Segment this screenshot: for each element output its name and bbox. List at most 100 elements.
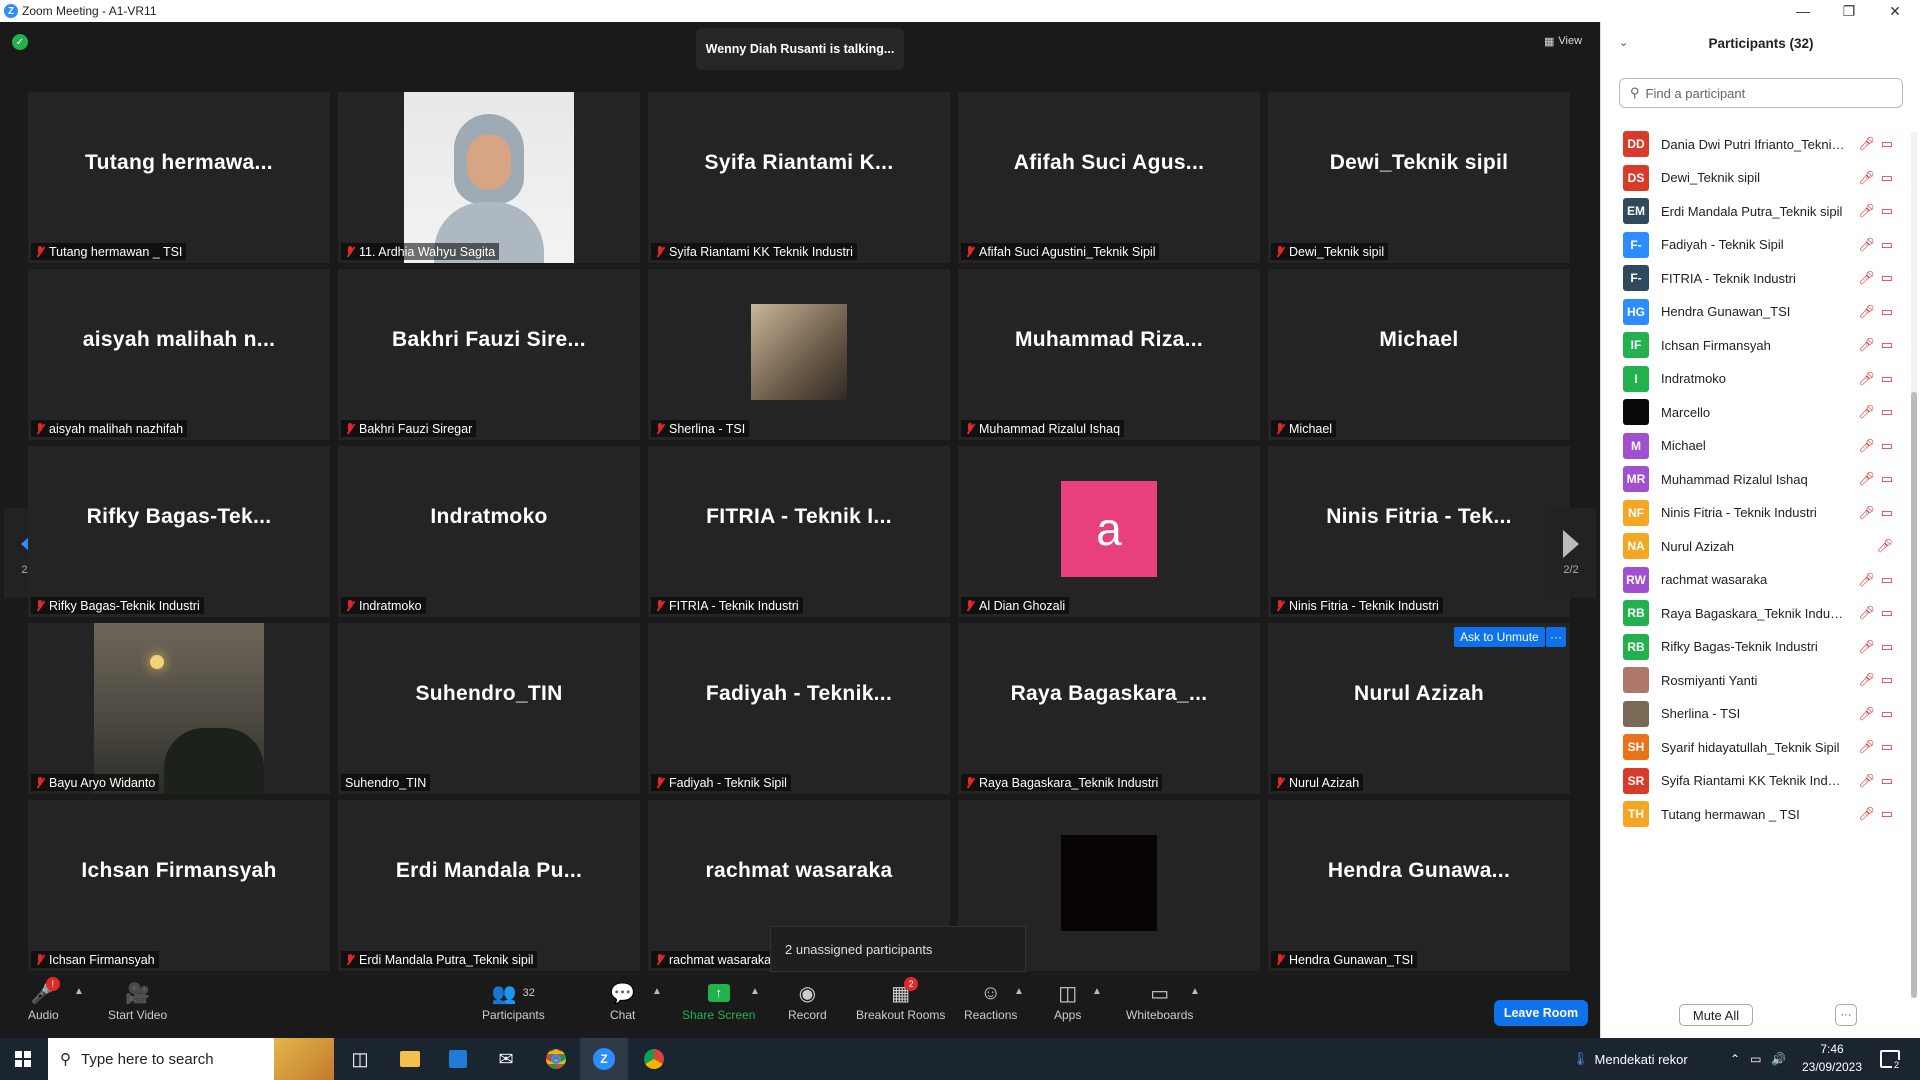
network-icon[interactable]: ▭: [1750, 1052, 1761, 1066]
participant-row[interactable]: F- Fadiyah - Teknik Sipil 🎤︎ ▭: [1623, 231, 1893, 259]
video-tile[interactable]: Afifah Suci Agus... Afifah Suci Agustini_…: [958, 92, 1260, 263]
breakout-rooms-button[interactable]: ▦ 2 Breakout Rooms: [856, 977, 945, 1022]
next-page-button[interactable]: 2/2: [1546, 508, 1596, 598]
video-tile[interactable]: Tutang hermawa... Tutang hermawan _ TSI: [28, 92, 330, 263]
start-video-button[interactable]: 🎥 Start Video: [108, 980, 167, 1023]
video-tile[interactable]: Suhendro_TIN Suhendro_TIN: [338, 623, 640, 794]
participant-row[interactable]: M Michael 🎤︎ ▭: [1623, 432, 1893, 460]
mail-icon[interactable]: ✉: [482, 1038, 530, 1080]
video-off-icon: 🎥: [125, 982, 151, 1005]
video-tile[interactable]: Nurul Azizah Nurul Azizah: [1268, 623, 1570, 794]
ask-to-unmute-button[interactable]: Ask to Unmute: [1454, 627, 1545, 647]
taskbar-clock[interactable]: 7:46 23/09/2023: [1790, 1040, 1874, 1076]
chat-button[interactable]: 💬 Chat: [610, 980, 635, 1023]
muted-mic-icon: 🎤︎: [1858, 705, 1875, 721]
share-screen-button[interactable]: ↑ Share Screen: [682, 980, 755, 1022]
video-tile[interactable]: Indratmoko Indratmoko: [338, 446, 640, 617]
chat-options-caret[interactable]: ▲: [652, 986, 662, 997]
zoom-taskbar-icon[interactable]: Z: [580, 1038, 628, 1080]
video-tile[interactable]: Bakhri Fauzi Sire... Bakhri Fauzi Siregar: [338, 269, 640, 440]
participant-row[interactable]: DD Dania Dwi Putri Ifrianto_Teknik ... 🎤︎ ▭: [1623, 130, 1893, 158]
video-tile[interactable]: Erdi Mandala Pu... Erdi Mandala Putra_Tek…: [338, 800, 640, 971]
tile-more-button[interactable]: ···: [1546, 627, 1566, 647]
video-tile[interactable]: Syifa Riantami K... Syifa Riantami KK Tek…: [648, 92, 950, 263]
participant-search-input[interactable]: ⚲ Find a participant: [1619, 78, 1903, 108]
reactions-options-caret[interactable]: ▲: [1014, 986, 1024, 997]
video-tile[interactable]: Fadiyah - Teknik... Fadiyah - Teknik Sipi…: [648, 623, 950, 794]
participant-row[interactable]: HG Hendra Gunawan_TSI 🎤︎ ▭: [1623, 298, 1893, 326]
video-tile[interactable]: Muhammad Riza... Muhammad Rizalul Ishaq: [958, 269, 1260, 440]
taskbar-search-box[interactable]: ⚲ Type here to search: [48, 1038, 334, 1080]
maximize-icon[interactable]: ❐: [1826, 0, 1872, 22]
video-tile[interactable]: Ichsan Firmansyah Ichsan Firmansyah: [28, 800, 330, 971]
panel-more-button[interactable]: ···: [1835, 1004, 1857, 1026]
file-explorer-icon[interactable]: [386, 1038, 434, 1080]
audio-button[interactable]: 🎤! Audio: [28, 977, 60, 1022]
video-tile[interactable]: 11. Ardhia Wahyu Sagita: [338, 92, 640, 263]
record-button[interactable]: ◉ Record: [788, 980, 827, 1023]
participants-button[interactable]: 👥 32 Participants: [482, 980, 545, 1023]
video-tile[interactable]: Sherlina - TSI: [648, 269, 950, 440]
participant-list-scrollbar[interactable]: [1911, 132, 1917, 998]
video-tile[interactable]: a Al Dian Ghozali: [958, 446, 1260, 617]
muted-mic-icon: [1275, 245, 1285, 258]
audio-options-caret[interactable]: ▲: [74, 986, 84, 997]
encryption-shield-icon[interactable]: ✓: [12, 34, 28, 50]
participant-row[interactable]: MR Muhammad Rizalul Ishaq 🎤︎ ▭: [1623, 465, 1893, 493]
participant-row[interactable]: EM Erdi Mandala Putra_Teknik sipil 🎤︎ ▭: [1623, 197, 1893, 225]
unassigned-participants-popup[interactable]: 2 unassigned participants: [770, 926, 1026, 972]
participant-row[interactable]: SH Syarif hidayatullah_Teknik Sipil 🎤︎ ▭: [1623, 733, 1893, 761]
apps-button[interactable]: ◫ Apps: [1054, 980, 1081, 1023]
video-tile[interactable]: Ninis Fitria - Tek... Ninis Fitria - Tekn…: [1268, 446, 1570, 617]
notifications-button[interactable]: 2: [1880, 1038, 1909, 1080]
weather-widget[interactable]: 🌡 Mendekati rekor: [1572, 1038, 1688, 1080]
taskbar-search-placeholder: Type here to search: [81, 1050, 214, 1068]
video-tile[interactable]: Bayu Aryo Widanto: [28, 623, 330, 794]
participant-display-name: aisyah malihah n...: [82, 327, 276, 351]
participant-row[interactable]: F- FITRIA - Teknik Industri 🎤︎ ▭: [1623, 264, 1893, 292]
chrome-profile-icon[interactable]: [630, 1038, 678, 1080]
participant-row[interactable]: NA Nurul Azizah 🎤︎: [1623, 532, 1893, 560]
share-options-caret[interactable]: ▲: [750, 986, 760, 997]
whiteboards-options-caret[interactable]: ▲: [1190, 986, 1200, 997]
video-off-icon: ▭: [1880, 404, 1893, 419]
apps-options-caret[interactable]: ▲: [1092, 986, 1102, 997]
minimize-icon[interactable]: —: [1780, 0, 1826, 22]
participant-row[interactable]: RB Raya Bagaskara_Teknik Industri 🎤︎ ▭: [1623, 599, 1893, 627]
video-tile[interactable]: Raya Bagaskara_... Raya Bagaskara_Teknik …: [958, 623, 1260, 794]
muted-mic-icon: [345, 953, 355, 966]
participant-row[interactable]: RB Rifky Bagas-Teknik Industri 🎤︎ ▭: [1623, 633, 1893, 661]
windows-start-button[interactable]: [0, 1038, 46, 1080]
video-tile[interactable]: FITRIA - Teknik I... FITRIA - Teknik Indu…: [648, 446, 950, 617]
view-button[interactable]: ▦ View: [1536, 30, 1590, 52]
reactions-button[interactable]: ☺ Reactions: [964, 980, 1017, 1023]
reactions-icon: ☺: [980, 981, 1001, 1004]
leave-room-button[interactable]: Leave Room: [1494, 1000, 1588, 1026]
participant-row[interactable]: Marcello 🎤︎ ▭: [1623, 398, 1893, 426]
speaker-icon[interactable]: 🔊: [1771, 1052, 1786, 1066]
participant-row[interactable]: RW rachmat wasaraka 🎤︎ ▭: [1623, 566, 1893, 594]
task-view-icon[interactable]: ◫: [336, 1038, 384, 1080]
participant-row[interactable]: DS Dewi_Teknik sipil 🎤︎ ▭: [1623, 164, 1893, 192]
participant-row[interactable]: Rosmiyanti Yanti 🎤︎ ▭: [1623, 666, 1893, 694]
video-tile[interactable]: Rifky Bagas-Tek... Rifky Bagas-Teknik Ind…: [28, 446, 330, 617]
video-tile[interactable]: Dewi_Teknik sipil Dewi_Teknik sipil: [1268, 92, 1570, 263]
chrome-icon[interactable]: [532, 1038, 580, 1080]
video-off-icon: ▭: [1880, 437, 1893, 453]
participant-status-icons: 🎤︎ ▭: [1858, 203, 1893, 219]
participant-row[interactable]: IF Ichsan Firmansyah 🎤︎ ▭: [1623, 331, 1893, 359]
participant-avatar: MR: [1623, 466, 1649, 492]
microsoft-store-icon[interactable]: [434, 1038, 482, 1080]
participant-row[interactable]: I Indratmoko 🎤︎ ▭: [1623, 365, 1893, 393]
participant-row[interactable]: TH Tutang hermawan _ TSI 🎤︎ ▭: [1623, 800, 1893, 828]
participant-row[interactable]: Sherlina - TSI 🎤︎ ▭: [1623, 700, 1893, 728]
video-tile[interactable]: aisyah malihah n... aisyah malihah nazhif…: [28, 269, 330, 440]
chevron-up-icon[interactable]: ⌃: [1730, 1052, 1740, 1066]
close-icon[interactable]: ✕: [1872, 0, 1918, 22]
whiteboards-button[interactable]: ▭ Whiteboards: [1126, 980, 1193, 1023]
participant-row[interactable]: SR Syifa Riantami KK Teknik Industri 🎤︎ ▭: [1623, 767, 1893, 795]
participant-row[interactable]: NF Ninis Fitria - Teknik Industri 🎤︎ ▭: [1623, 499, 1893, 527]
mute-all-button[interactable]: Mute All: [1679, 1004, 1753, 1026]
video-tile[interactable]: Hendra Gunawa... Hendra Gunawan_TSI: [1268, 800, 1570, 971]
video-tile[interactable]: Michael Michael: [1268, 269, 1570, 440]
